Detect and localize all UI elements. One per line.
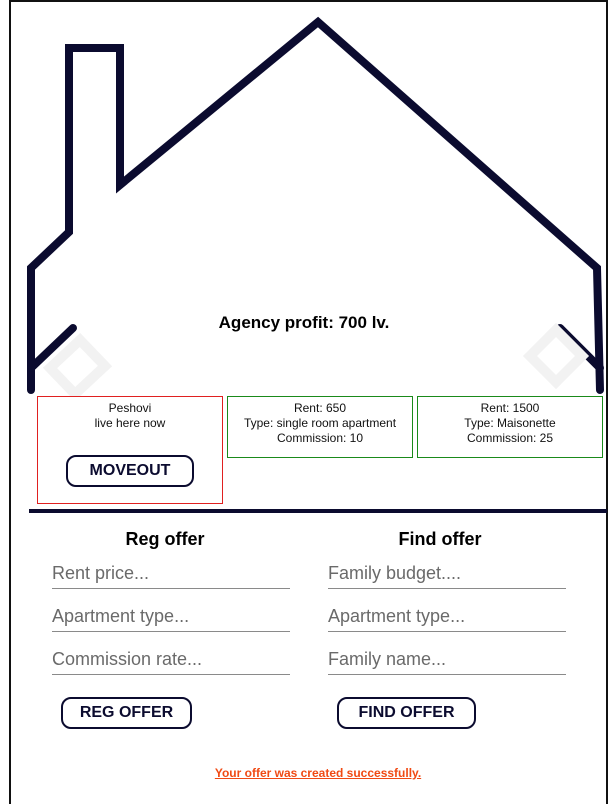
apartment-type-input[interactable] [52,602,290,632]
family-name: Peshovi [108,401,152,415]
reg-offer-button[interactable]: REG OFFER [61,697,192,729]
find-offer-button[interactable]: FIND OFFER [337,697,476,729]
rent-price-input[interactable] [52,559,290,589]
offer-card: Rent: 650 Type: single room apartment Co… [227,396,413,458]
find-apartment-type-input[interactable] [328,602,566,632]
offer-rent: Rent: 650 [293,401,347,415]
offer-card: Rent: 1500 Type: Maisonette Commission: … [417,396,603,458]
offer-commission: Commission: 10 [276,431,364,445]
moveout-button[interactable]: MOVEOUT [66,455,194,487]
agency-profit: Agency profit: 700 lv. [218,313,390,332]
offer-type: Type: Maisonette [464,416,556,430]
family-name-input[interactable] [328,645,566,675]
status-message: Your offer was created successfully. [214,766,422,780]
family-budget-input[interactable] [328,559,566,589]
reg-offer-title: Reg offer [125,529,205,549]
offer-type: Type: single room apartment [243,416,397,430]
commission-rate-input[interactable] [52,645,290,675]
offer-commission: Commission: 25 [466,431,554,445]
offer-forms: Reg offer Find offer REG OFFER FIND OFFE… [29,513,607,804]
occupied-apartment-card: Peshovi live here now MOVEOUT [37,396,223,504]
apartments-list: Peshovi live here now MOVEOUT Rent: 650 … [29,390,607,510]
offer-rent: Rent: 1500 [480,401,540,415]
find-offer-title: Find offer [398,529,482,549]
occupancy-status: live here now [94,416,166,430]
